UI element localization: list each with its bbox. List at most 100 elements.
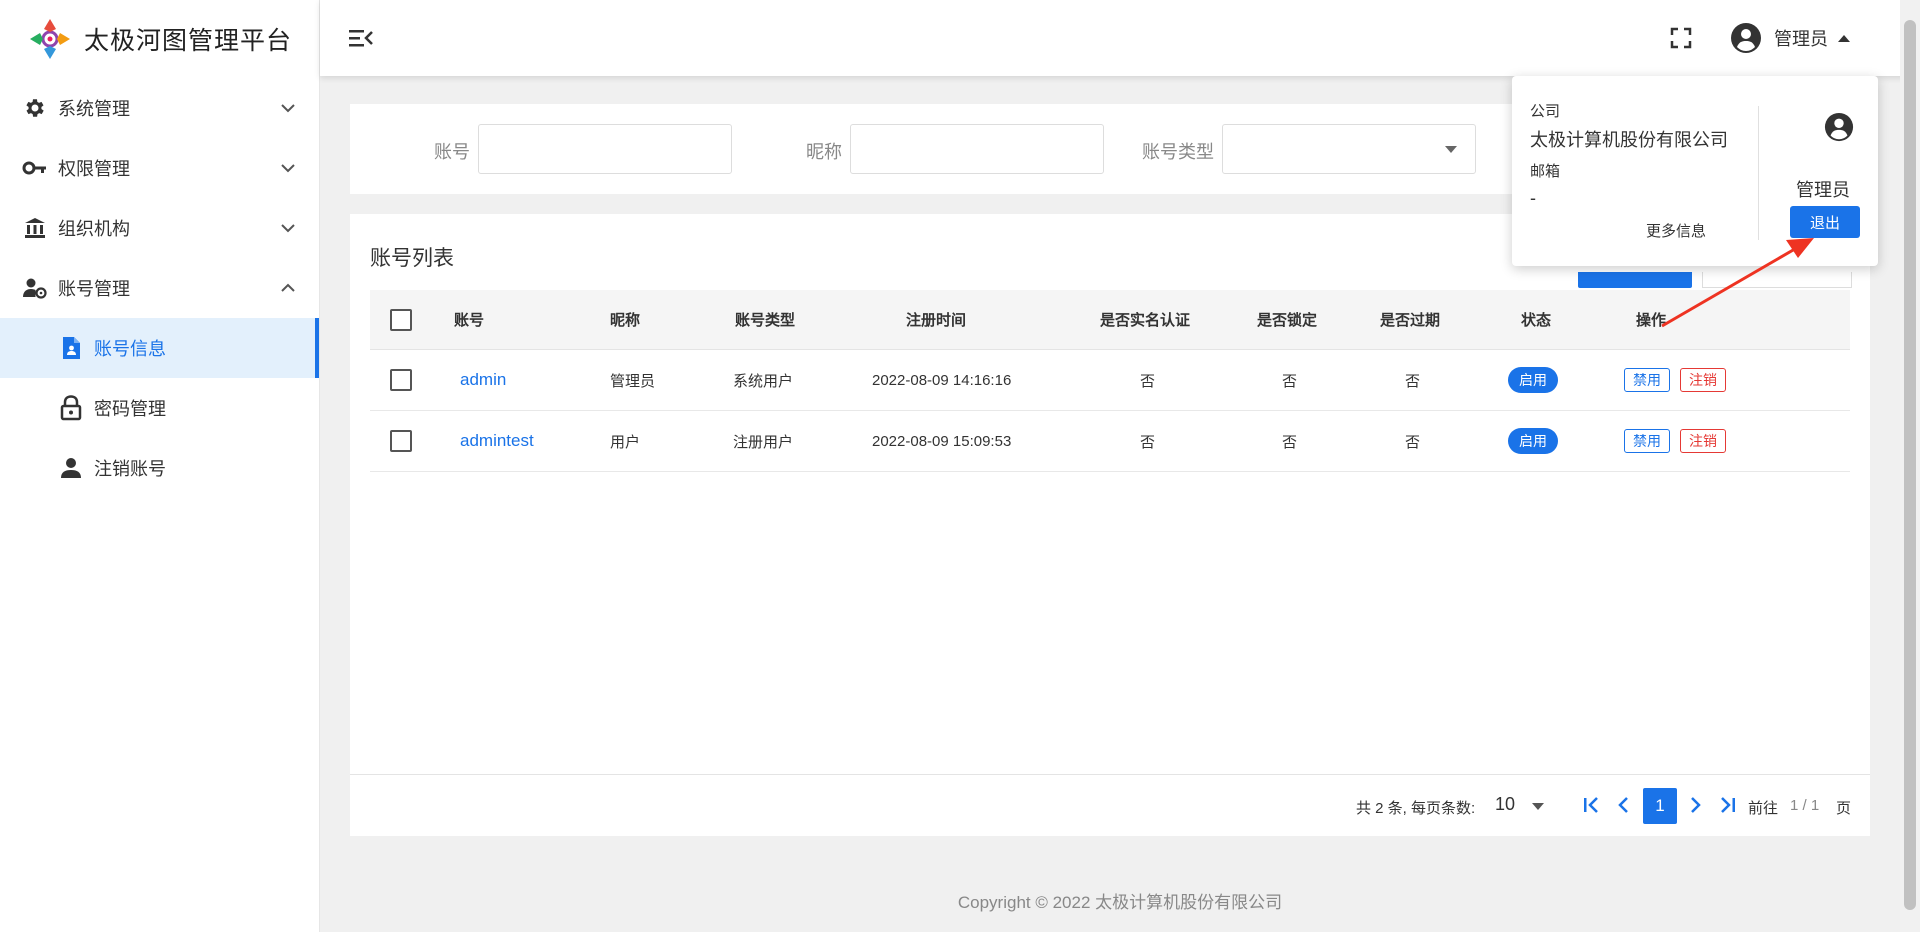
more-info-link[interactable]: 更多信息 xyxy=(1646,220,1706,241)
scrollbar[interactable] xyxy=(1900,0,1920,932)
column-header: 操作 xyxy=(1636,312,1667,329)
sidebar: 太极河图管理平台 系统管理 权限管理 组织机构 账号管理 账号信息 密码管理 注… xyxy=(0,0,320,932)
account-list-card: 账号列表 账号 昵称 账号类型 注册时间 是否实名认证 是否锁定 是否过期 状态… xyxy=(350,214,1870,836)
primary-action-button[interactable] xyxy=(1578,272,1692,288)
goto-label: 前往 xyxy=(1748,800,1779,817)
bank-icon xyxy=(22,215,48,241)
chevron-down-icon xyxy=(281,164,295,173)
app-root: 太极河图管理平台 系统管理 权限管理 组织机构 账号管理 账号信息 密码管理 注… xyxy=(0,0,1920,932)
app-title: 太极河图管理平台 xyxy=(84,27,293,55)
cancel-account-button[interactable]: 注销 xyxy=(1680,429,1726,453)
menu-collapse-icon[interactable] xyxy=(348,26,374,50)
column-header: 状态 xyxy=(1521,312,1552,329)
locked-cell: 否 xyxy=(1282,372,1298,390)
column-header: 账号类型 xyxy=(735,312,796,329)
account-table: 账号 昵称 账号类型 注册时间 是否实名认证 是否锁定 是否过期 状态 操作 a… xyxy=(370,290,1850,472)
locked-cell: 否 xyxy=(1282,433,1298,451)
sidebar-item-account-info[interactable]: 账号信息 xyxy=(0,318,319,378)
column-header: 是否锁定 xyxy=(1257,312,1318,329)
sidebar-item-label: 账号信息 xyxy=(94,339,166,359)
user-menu-trigger[interactable]: 管理员 xyxy=(1730,20,1850,56)
column-header: 是否过期 xyxy=(1380,312,1441,329)
sidebar-item-org[interactable]: 组织机构 xyxy=(0,198,319,258)
verified-cell: 否 xyxy=(1140,372,1156,390)
account-type-filter-label: 账号类型 xyxy=(1142,142,1214,162)
last-page-icon[interactable] xyxy=(1717,794,1739,816)
sidebar-item-label: 密码管理 xyxy=(94,399,166,419)
email-value: - xyxy=(1530,188,1536,208)
registered-time-cell: 2022-08-09 14:16:16 xyxy=(872,371,1012,389)
sidebar-item-permission[interactable]: 权限管理 xyxy=(0,138,319,198)
nickname-filter-input[interactable] xyxy=(850,124,1104,174)
account-link[interactable]: admintest xyxy=(460,431,534,451)
nickname-filter-label: 昵称 xyxy=(806,142,842,162)
column-header: 昵称 xyxy=(610,312,641,329)
disable-button[interactable]: 禁用 xyxy=(1624,429,1670,453)
select-all-checkbox[interactable] xyxy=(390,308,412,331)
company-value: 太极计算机股份有限公司 xyxy=(1530,130,1728,150)
caret-down-icon xyxy=(1445,146,1457,153)
row-checkbox[interactable] xyxy=(390,430,412,452)
column-header: 是否实名认证 xyxy=(1100,312,1191,329)
verified-cell: 否 xyxy=(1140,433,1156,451)
sidebar-item-system[interactable]: 系统管理 xyxy=(0,78,319,138)
column-header: 注册时间 xyxy=(906,312,967,329)
secondary-action-button[interactable] xyxy=(1702,272,1852,288)
sidebar-menu: 系统管理 权限管理 组织机构 账号管理 账号信息 密码管理 注销账号 xyxy=(0,78,319,498)
top-header: 管理员 xyxy=(320,0,1920,76)
logout-button[interactable]: 退出 xyxy=(1790,206,1860,238)
list-title: 账号列表 xyxy=(370,247,454,270)
row-checkbox[interactable] xyxy=(390,369,412,391)
registered-time-cell: 2022-08-09 15:09:53 xyxy=(872,432,1012,450)
sidebar-item-label: 注销账号 xyxy=(94,459,166,479)
pagination: 共 2 条, 每页条数: 10 1 前往 1 / 1 页 xyxy=(350,774,1870,836)
sidebar-item-cancel-account[interactable]: 注销账号 xyxy=(0,438,319,498)
gear-icon xyxy=(22,95,48,121)
fullscreen-icon[interactable] xyxy=(1670,27,1692,49)
header-username: 管理员 xyxy=(1774,29,1828,49)
account-type-cell: 系统用户 xyxy=(733,372,794,390)
brand: 太极河图管理平台 xyxy=(0,0,319,78)
pager-total-text: 共 2 条, 每页条数: xyxy=(1356,800,1476,817)
account-filter-input[interactable] xyxy=(478,124,732,174)
next-page-icon[interactable] xyxy=(1684,794,1706,816)
company-label: 公司 xyxy=(1530,103,1561,120)
nickname-cell: 管理员 xyxy=(610,372,656,390)
user-gear-icon xyxy=(22,275,48,301)
caret-down-icon[interactable] xyxy=(1532,803,1544,810)
sidebar-item-password[interactable]: 密码管理 xyxy=(0,378,319,438)
sidebar-item-label: 权限管理 xyxy=(58,159,130,179)
table-row: admintest 用户 注册用户 2022-08-09 15:09:53 否 … xyxy=(370,411,1850,472)
cancel-account-button[interactable]: 注销 xyxy=(1680,368,1726,392)
account-circle-icon xyxy=(1824,112,1854,142)
key-icon xyxy=(22,155,48,181)
sidebar-item-label: 系统管理 xyxy=(58,99,130,119)
sidebar-item-label: 组织机构 xyxy=(58,219,130,239)
account-file-icon xyxy=(58,335,84,361)
sidebar-item-account[interactable]: 账号管理 xyxy=(0,258,319,318)
popup-divider xyxy=(1758,106,1759,240)
disable-button[interactable]: 禁用 xyxy=(1624,368,1670,392)
footer-copyright: Copyright © 2022 太极计算机股份有限公司 xyxy=(957,893,1283,912)
account-circle-icon xyxy=(1731,23,1761,53)
person-icon xyxy=(58,455,84,481)
expired-cell: 否 xyxy=(1405,372,1421,390)
current-page-button[interactable]: 1 xyxy=(1643,788,1677,824)
prev-page-icon[interactable] xyxy=(1613,794,1635,816)
chevron-down-icon xyxy=(281,224,295,233)
account-filter-label: 账号 xyxy=(434,142,470,162)
caret-up-icon xyxy=(1838,34,1850,42)
page-size-select[interactable]: 10 xyxy=(1495,794,1515,815)
lock-icon xyxy=(58,395,84,421)
brand-logo-icon xyxy=(30,19,70,59)
expired-cell: 否 xyxy=(1405,433,1421,451)
user-info-popup: 公司 太极计算机股份有限公司 邮箱 - 更多信息 管理员 退出 xyxy=(1512,76,1878,266)
chevron-up-icon xyxy=(281,283,295,292)
account-link[interactable]: admin xyxy=(460,370,506,390)
account-type-select[interactable] xyxy=(1222,124,1476,174)
page-count-input[interactable]: 1 / 1 xyxy=(1790,797,1819,814)
email-label: 邮箱 xyxy=(1530,163,1561,180)
scrollbar-thumb[interactable] xyxy=(1904,20,1916,910)
table-header: 账号 昵称 账号类型 注册时间 是否实名认证 是否锁定 是否过期 状态 操作 xyxy=(370,290,1850,350)
first-page-icon[interactable] xyxy=(1580,794,1602,816)
